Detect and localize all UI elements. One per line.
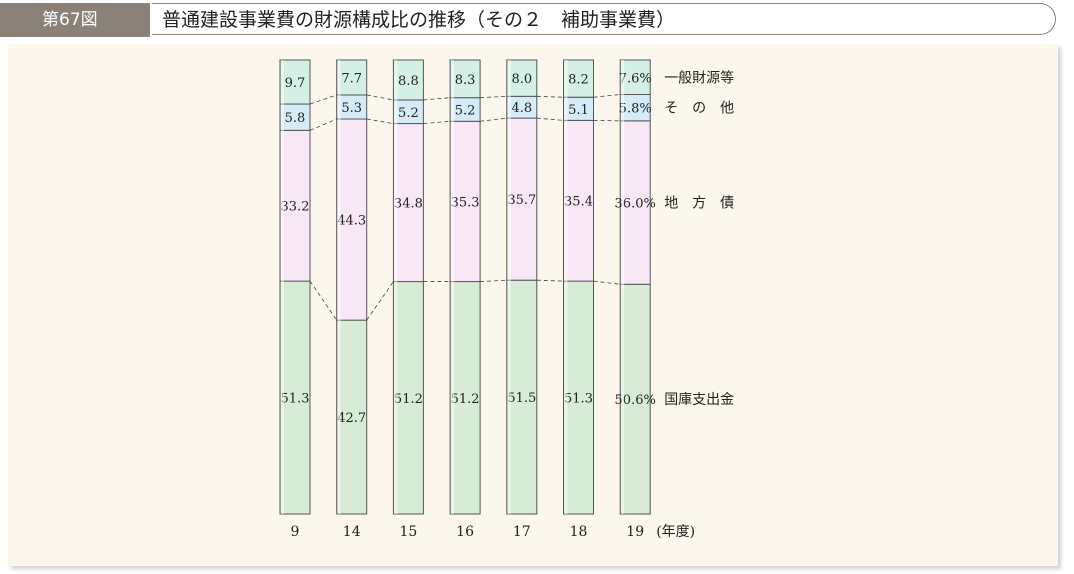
data-label: 50.6% — [615, 393, 656, 408]
data-label: 5.3 — [341, 101, 362, 116]
x-tick-label: 18 — [570, 524, 588, 540]
x-tick-label: 17 — [513, 524, 531, 540]
figure-number-label: 第67図 — [0, 3, 150, 37]
data-label: 35.7 — [507, 193, 536, 208]
data-label: 4.8 — [511, 101, 532, 116]
connector-line — [593, 94, 621, 98]
bar-highlight — [507, 60, 511, 514]
data-label: 5.8 — [285, 111, 306, 126]
data-label: 9.7 — [285, 76, 306, 91]
data-label: 35.3 — [451, 195, 480, 210]
data-label: 51.2 — [451, 392, 480, 407]
bar-highlight — [394, 60, 398, 514]
connector-line — [366, 94, 394, 101]
connector-line — [480, 95, 507, 99]
legend-label: 一般財源等 — [664, 69, 734, 86]
connector-line — [366, 281, 394, 321]
figure-header: 第67図 普通建設事業費の財源構成比の推移（その２ 補助事業費） — [0, 0, 1058, 38]
connector-line — [536, 279, 564, 282]
data-label: 34.8 — [394, 197, 423, 212]
data-label: 5.2 — [398, 106, 419, 121]
data-label: 5.2 — [455, 103, 476, 118]
legend-label: 国庫支出金 — [664, 391, 734, 408]
data-label: 8.3 — [455, 73, 476, 88]
connector-line — [309, 280, 338, 321]
connector-line — [536, 117, 564, 121]
x-tick-label: 14 — [343, 524, 361, 540]
bar-highlight — [337, 60, 341, 514]
connector-line — [480, 117, 507, 122]
data-label: 5.1 — [568, 103, 589, 118]
chart-panel: 51.3 33.2 5.8 9.7 9 42.7 44.3 5.3 7.7 14 51.2 34.8 5… — [8, 44, 1058, 566]
x-tick-label: 19 — [626, 524, 644, 540]
connector-line — [309, 94, 337, 105]
connector-line — [366, 118, 394, 124]
legend-label: 地 方 債 — [664, 196, 734, 212]
data-label: 44.3 — [337, 214, 366, 229]
data-label: 8.0 — [511, 72, 532, 87]
stacked-bar-chart: 51.3 33.2 5.8 9.7 9 42.7 44.3 5.3 7.7 14 51.2 34.8 5… — [279, 59, 734, 540]
x-tick-label: 16 — [456, 524, 474, 540]
data-label: 7.7 — [341, 71, 362, 86]
bar-highlight — [564, 60, 568, 514]
bar-highlight — [281, 60, 284, 514]
data-label: 51.3 — [564, 392, 593, 407]
x-tick-label: 9 — [291, 524, 300, 540]
data-label: 8.8 — [398, 74, 419, 89]
connector-line — [536, 95, 564, 98]
data-label: 51.2 — [394, 392, 423, 407]
data-label: 35.4 — [564, 195, 593, 210]
data-label: 33.2 — [281, 200, 310, 215]
x-tick-label: 15 — [399, 524, 417, 540]
connector-line — [480, 279, 507, 282]
data-label: 51.3 — [281, 392, 310, 407]
connector-line — [423, 97, 451, 101]
data-label: 51.5 — [507, 391, 536, 406]
legend-label: そ の 他 — [664, 101, 734, 117]
data-label: 8.2 — [568, 73, 589, 88]
connector-line — [309, 118, 337, 131]
bar-highlight — [621, 60, 625, 514]
x-unit-label: (年度) — [656, 524, 695, 540]
bar-highlight — [451, 60, 455, 514]
connector-line — [593, 280, 621, 285]
data-label: 36.0% — [615, 197, 656, 212]
chart-title: 普通建設事業費の財源構成比の推移（その２ 補助事業費） — [152, 3, 1056, 35]
connector-line — [423, 120, 451, 124]
data-label: 42.7 — [337, 411, 366, 426]
